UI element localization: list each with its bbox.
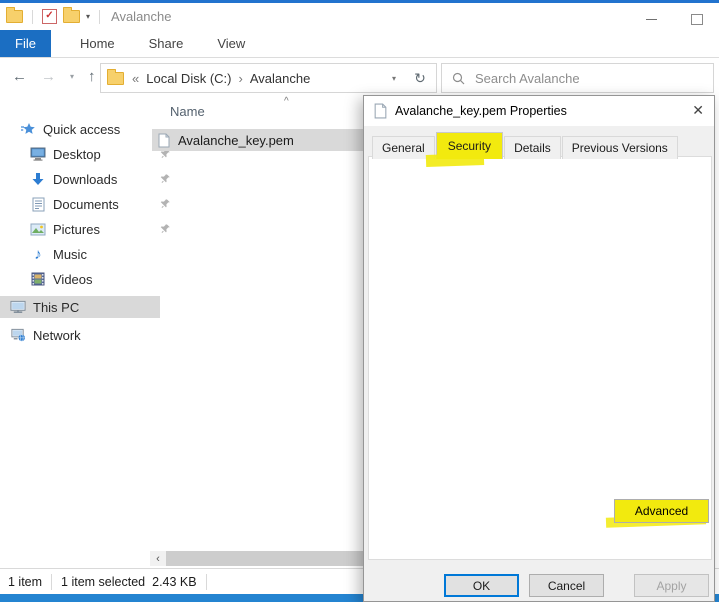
explorer-titlebar: ✓ ▾ Avalanche: [0, 3, 719, 30]
up-icon[interactable]: ↑: [88, 68, 96, 85]
divider: [32, 10, 33, 24]
pin-icon: [156, 171, 174, 189]
music-icon: ♪: [30, 246, 46, 262]
ok-button[interactable]: OK: [444, 574, 519, 597]
documents-icon: [30, 196, 46, 212]
selection-size: 2.43 KB: [152, 575, 196, 589]
sidebar-item-videos[interactable]: Videos: [0, 268, 180, 290]
sidebar-item-label: Documents: [53, 197, 119, 212]
search-box[interactable]: [441, 63, 714, 93]
screen: ✓ ▾ Avalanche File Home Share View ← → ▾…: [0, 0, 719, 602]
network-icon: [10, 327, 26, 343]
navigation-buttons: ← → ▾ ↑: [0, 68, 98, 85]
this-pc-icon: [10, 299, 26, 315]
scrollbar-thumb[interactable]: [166, 551, 363, 566]
sidebar-item-network[interactable]: Network: [0, 324, 160, 346]
item-count: 1 item: [8, 575, 42, 589]
ribbon-tab-view[interactable]: View: [200, 30, 262, 57]
ribbon-tab-bar: File Home Share View: [0, 30, 719, 58]
file-icon: [158, 133, 170, 148]
back-icon[interactable]: ←: [12, 68, 27, 85]
close-icon[interactable]: ✕: [692, 102, 704, 119]
file-icon: [374, 103, 387, 119]
ribbon-tab-file[interactable]: File: [0, 30, 51, 57]
window-controls: [629, 6, 719, 33]
sidebar-item-documents[interactable]: Documents: [0, 193, 180, 215]
forward-icon[interactable]: →: [41, 68, 56, 85]
tab-previous-versions[interactable]: Previous Versions: [562, 136, 678, 159]
search-icon: [452, 72, 465, 85]
explorer-app-icon: [6, 10, 23, 23]
divider: [51, 574, 52, 590]
sidebar-item-label: Videos: [53, 272, 93, 287]
pin-icon: [156, 196, 174, 214]
new-folder-icon[interactable]: [63, 10, 80, 23]
breadcrumb-segment-avalanche[interactable]: Avalanche: [245, 71, 315, 86]
advanced-button[interactable]: Advanced: [614, 499, 709, 523]
sidebar-item-music[interactable]: ♪ Music: [0, 243, 180, 265]
desktop-icon: [30, 146, 46, 162]
refresh-icon: ↻: [414, 70, 426, 87]
refresh-button[interactable]: ↻: [404, 63, 437, 93]
sidebar-item-label: Music: [53, 247, 87, 262]
qat-dropdown-caret-icon[interactable]: ▾: [86, 12, 90, 21]
navigation-pane: Quick access Desktop Downloads Documents…: [0, 95, 150, 550]
minimize-icon: [646, 19, 657, 20]
breadcrumb[interactable]: « Local Disk (C:) › Avalanche ▾: [100, 63, 405, 93]
search-input[interactable]: [473, 70, 713, 87]
pin-icon: [156, 221, 174, 239]
location-folder-icon: [107, 72, 124, 85]
sort-ascending-icon[interactable]: ^: [284, 96, 289, 107]
pictures-icon: [30, 221, 46, 237]
divider: [99, 10, 100, 24]
sidebar-item-label: Quick access: [43, 122, 120, 137]
properties-check-icon[interactable]: ✓: [42, 9, 57, 24]
sidebar-item-quick-access[interactable]: Quick access: [0, 118, 170, 140]
address-dropdown-caret-icon[interactable]: ▾: [392, 74, 396, 83]
ribbon-tab-home[interactable]: Home: [63, 30, 132, 57]
downloads-icon: [30, 171, 46, 187]
file-name: Avalanche_key.pem: [178, 133, 294, 148]
sidebar-item-label: This PC: [33, 300, 79, 315]
window-title: Avalanche: [111, 9, 171, 24]
dialog-title: Avalanche_key.pem Properties: [395, 104, 567, 118]
apply-button: Apply: [634, 574, 709, 597]
videos-icon: [30, 271, 46, 287]
sidebar-item-label: Desktop: [53, 147, 101, 162]
ribbon-tab-share[interactable]: Share: [132, 30, 201, 57]
dialog-titlebar: Avalanche_key.pem Properties ✕: [364, 96, 714, 126]
sidebar-item-label: Downloads: [53, 172, 117, 187]
recent-locations-caret-icon[interactable]: ▾: [70, 72, 74, 81]
cancel-button[interactable]: Cancel: [529, 574, 604, 597]
minimize-button[interactable]: [629, 6, 674, 33]
maximize-button[interactable]: [674, 6, 719, 33]
selection-count: 1 item selected: [61, 575, 145, 589]
sidebar-item-label: Network: [33, 328, 81, 343]
breadcrumb-separator[interactable]: ›: [236, 71, 244, 86]
divider: [206, 574, 207, 590]
sidebar-item-label: Pictures: [53, 222, 100, 237]
quick-access-toolbar: ✓ ▾: [0, 9, 103, 24]
sidebar-item-downloads[interactable]: Downloads: [0, 168, 180, 190]
scroll-left-icon[interactable]: ‹: [150, 553, 166, 565]
maximize-icon: [691, 14, 703, 25]
breadcrumb-collapse-chevron[interactable]: «: [130, 71, 141, 86]
column-header-name[interactable]: Name: [170, 104, 205, 119]
sidebar-item-this-pc[interactable]: This PC: [0, 296, 160, 318]
breadcrumb-segment-local-disk[interactable]: Local Disk (C:): [141, 71, 236, 86]
file-row-avalanche-key[interactable]: Avalanche_key.pem: [152, 129, 363, 151]
quick-access-star-icon: [20, 121, 36, 137]
tab-details[interactable]: Details: [504, 136, 561, 159]
sidebar-item-pictures[interactable]: Pictures: [0, 218, 180, 240]
dialog-tab-bar: General Security Details Previous Versio…: [372, 132, 679, 159]
yellow-highlight-annotation: [426, 153, 484, 167]
horizontal-scrollbar[interactable]: ‹: [150, 551, 363, 566]
properties-dialog: Avalanche_key.pem Properties ✕ General S…: [363, 95, 715, 602]
